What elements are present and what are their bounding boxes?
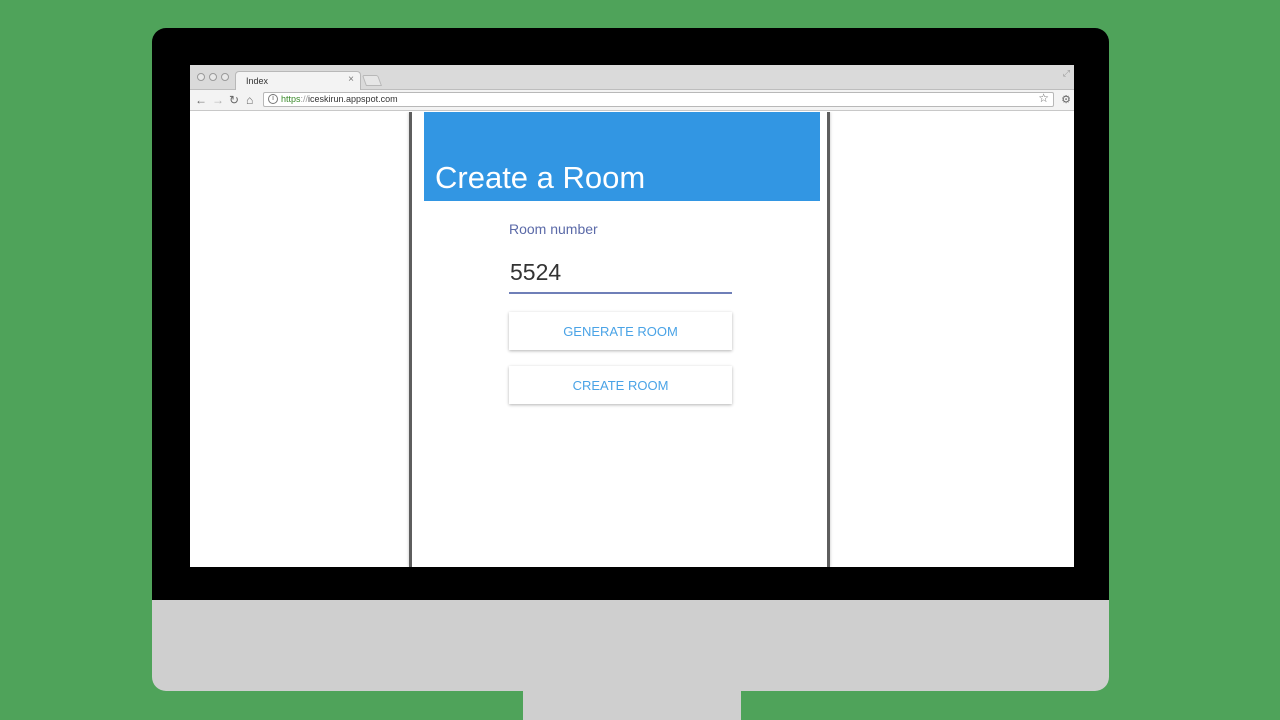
home-icon[interactable]: ⌂ (246, 91, 253, 109)
app-frame: Create a Room Room number GENERATE ROOM … (409, 112, 830, 567)
tab-close-icon[interactable]: × (348, 74, 354, 86)
browser-toolbar: ← → ↻ ⌂ i https://iceskirun.appspot.com … (190, 90, 1074, 111)
maximize-window-button[interactable] (221, 73, 229, 81)
monitor-chin (152, 600, 1109, 691)
room-number-label: Room number (509, 221, 598, 237)
site-info-icon[interactable]: i (268, 94, 278, 104)
bookmark-star-icon[interactable]: ☆ (1038, 91, 1049, 105)
wrench-icon[interactable]: ⚙ (1061, 91, 1071, 109)
close-window-button[interactable] (197, 73, 205, 81)
monitor-stand (523, 691, 741, 720)
tab-index[interactable]: Index × (235, 71, 361, 91)
page-viewport: Create a Room Room number GENERATE ROOM … (190, 112, 1074, 567)
create-room-button[interactable]: CREATE ROOM (509, 366, 732, 404)
back-icon[interactable]: ← (195, 91, 207, 109)
tab-bar: Index × ⤢ (190, 65, 1074, 91)
reload-icon[interactable]: ↻ (229, 91, 239, 109)
address-bar[interactable]: i https://iceskirun.appspot.com ☆ (263, 91, 1054, 107)
forward-icon[interactable]: → (212, 91, 224, 109)
minimize-window-button[interactable] (209, 73, 217, 81)
tab-title: Index (246, 76, 269, 86)
url-text[interactable]: https://iceskirun.appspot.com (281, 94, 398, 104)
generate-room-button[interactable]: GENERATE ROOM (509, 312, 732, 350)
room-number-input[interactable] (509, 252, 732, 294)
app-header: Create a Room (424, 112, 820, 201)
page-title: Create a Room (435, 160, 646, 195)
resize-icon[interactable]: ⤢ (1063, 68, 1070, 79)
new-tab-button[interactable] (361, 75, 383, 86)
browser-window: Index × ⤢ ← → ↻ ⌂ i https://iceskirun.ap… (190, 65, 1074, 567)
